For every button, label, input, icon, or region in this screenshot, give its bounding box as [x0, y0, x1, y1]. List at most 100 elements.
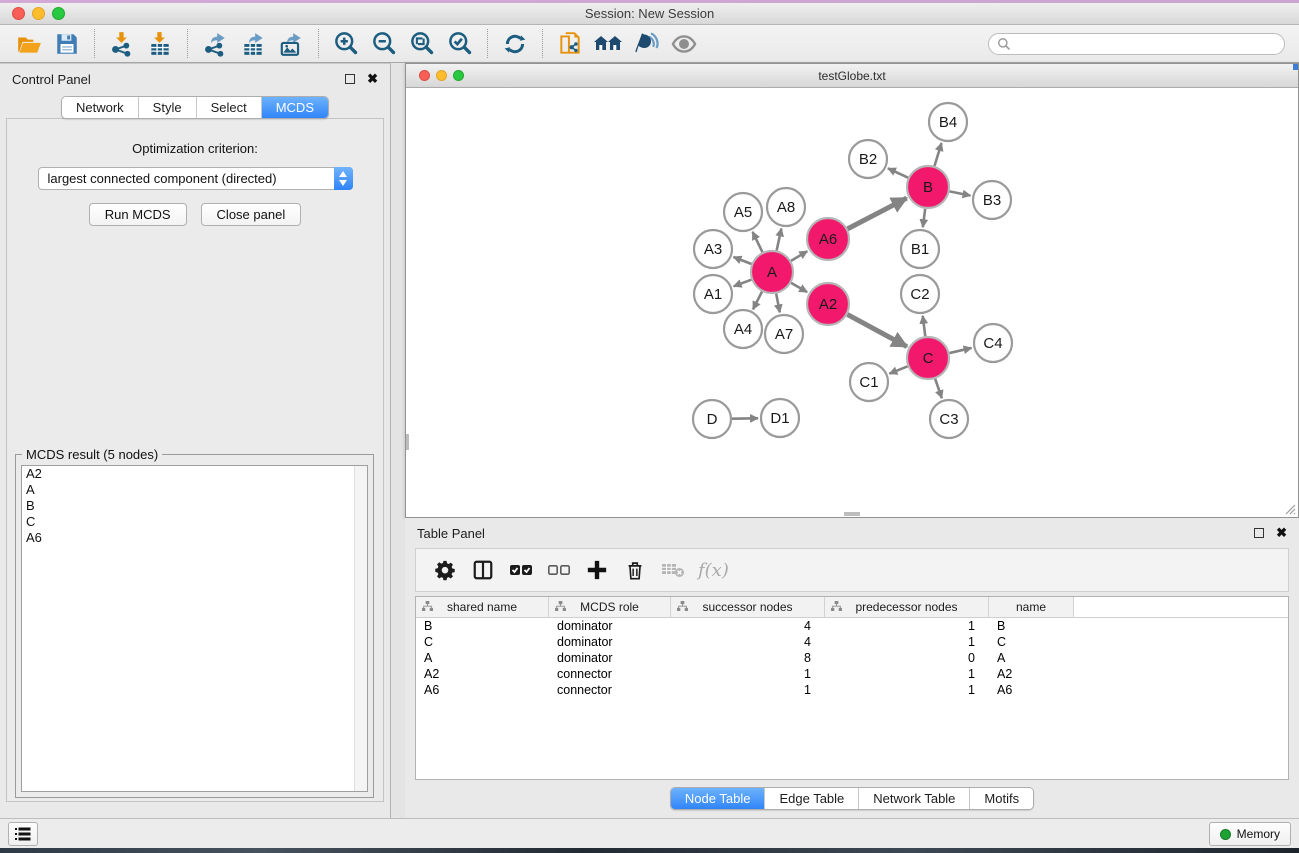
deselect-all-button[interactable] — [542, 553, 576, 587]
graph-node-A5[interactable]: A5 — [724, 193, 762, 231]
graph-edge-A-A2[interactable] — [791, 283, 807, 292]
graph-node-B3[interactable]: B3 — [973, 181, 1011, 219]
graph-edge-A-A5[interactable] — [753, 232, 763, 252]
table-row[interactable]: A2connector11A2 — [416, 666, 1288, 682]
column-header-successor-nodes[interactable]: successor nodes — [671, 597, 825, 617]
graph-edge-C-C1[interactable] — [889, 366, 907, 373]
search-input[interactable] — [1016, 37, 1276, 51]
graph-node-A[interactable]: A — [751, 251, 793, 293]
graph-node-B2[interactable]: B2 — [849, 140, 887, 178]
graph-node-B1[interactable]: B1 — [901, 230, 939, 268]
network-window-titlebar[interactable]: testGlobe.txt — [406, 64, 1298, 88]
zoom-selected-button[interactable] — [445, 29, 475, 59]
graph-node-C[interactable]: C — [907, 337, 949, 379]
graph-edge-C-C3[interactable] — [935, 379, 942, 398]
graph-edge-A-A1[interactable] — [734, 280, 752, 287]
close-panel-icon[interactable]: ✖ — [367, 74, 378, 84]
run-mcds-button[interactable]: Run MCDS — [89, 203, 187, 226]
add-column-button[interactable] — [580, 553, 614, 587]
export-network-button[interactable] — [200, 29, 230, 59]
table-settings-button[interactable] — [428, 553, 462, 587]
canvas-horizontal-scroll-thumb[interactable] — [844, 512, 860, 516]
graph-edge-B-B2[interactable] — [888, 168, 908, 177]
delete-column-button[interactable] — [618, 553, 652, 587]
new-network-button[interactable] — [555, 29, 585, 59]
select-all-button[interactable] — [504, 553, 538, 587]
export-image-button[interactable] — [276, 29, 306, 59]
column-layout-button[interactable] — [466, 553, 500, 587]
tab-network-table[interactable]: Network Table — [858, 788, 969, 809]
mcds-result-item[interactable]: A6 — [22, 530, 367, 546]
tab-style[interactable]: Style — [138, 97, 196, 118]
close-panel-button[interactable]: Close panel — [201, 203, 302, 226]
graph-node-A4[interactable]: A4 — [724, 310, 762, 348]
apply-layout-button[interactable] — [500, 29, 530, 59]
graph-edge-C-C2[interactable] — [923, 316, 926, 336]
graph-node-D1[interactable]: D1 — [761, 399, 799, 437]
zoom-out-button[interactable] — [369, 29, 399, 59]
graph-edge-A-A8[interactable] — [777, 229, 782, 251]
graph-node-A2[interactable]: A2 — [807, 283, 849, 325]
graph-node-C4[interactable]: C4 — [974, 324, 1012, 362]
show-hide-button[interactable] — [669, 29, 699, 59]
graph-edge-A-A7[interactable] — [776, 294, 780, 313]
tab-motifs[interactable]: Motifs — [969, 788, 1033, 809]
graph-node-A7[interactable]: A7 — [765, 315, 803, 353]
graph-edge-C-C4[interactable] — [949, 348, 971, 353]
graph-edge-B-B1[interactable] — [923, 209, 925, 227]
table-row[interactable]: Cdominator41C — [416, 634, 1288, 650]
table-row[interactable]: Bdominator41B — [416, 618, 1288, 634]
import-network-button[interactable] — [107, 29, 137, 59]
open-session-button[interactable] — [14, 29, 44, 59]
mcds-result-item[interactable]: A2 — [22, 466, 367, 482]
graph-edge-B-B4[interactable] — [934, 143, 941, 166]
graph-node-A8[interactable]: A8 — [767, 188, 805, 226]
tab-select[interactable]: Select — [196, 97, 261, 118]
list-scrollbar[interactable] — [354, 466, 367, 791]
mcds-result-item[interactable]: A — [22, 482, 367, 498]
graph-edge-A-A3[interactable] — [733, 257, 751, 264]
graph-node-D[interactable]: D — [693, 400, 731, 438]
graph-edge-A-A4[interactable] — [753, 292, 762, 310]
float-panel-icon[interactable] — [345, 74, 355, 84]
tab-node-table[interactable]: Node Table — [671, 788, 765, 809]
column-header-shared-name[interactable]: shared name — [416, 597, 549, 617]
table-row[interactable]: A6connector11A6 — [416, 682, 1288, 698]
search-field[interactable] — [988, 33, 1285, 55]
graph-edge-B-B3[interactable] — [950, 191, 971, 195]
graph-node-A3[interactable]: A3 — [694, 230, 732, 268]
tab-network[interactable]: Network — [62, 97, 138, 118]
tab-edge-table[interactable]: Edge Table — [764, 788, 858, 809]
zoom-in-button[interactable] — [331, 29, 361, 59]
graph-node-C2[interactable]: C2 — [901, 275, 939, 313]
graph-node-B4[interactable]: B4 — [929, 103, 967, 141]
canvas-vertical-scroll-thumb[interactable] — [406, 434, 409, 450]
save-session-button[interactable] — [52, 29, 82, 59]
cytoscape-home-button[interactable] — [593, 29, 623, 59]
graph-node-B[interactable]: B — [907, 166, 949, 208]
float-table-panel-icon[interactable] — [1254, 528, 1264, 538]
graph-node-A6[interactable]: A6 — [807, 218, 849, 260]
graph-node-C1[interactable]: C1 — [850, 363, 888, 401]
export-table-button[interactable] — [238, 29, 268, 59]
memory-button[interactable]: Memory — [1209, 822, 1291, 846]
network-canvas[interactable]: AA6A2BCA5A8A3A1A4A7B4B2B3B1C2C4C1C3DD1 — [406, 89, 1298, 517]
mcds-result-list[interactable]: A2ABCA6 — [21, 465, 368, 792]
column-header-name[interactable]: name — [989, 597, 1074, 617]
close-table-panel-icon[interactable]: ✖ — [1276, 528, 1287, 538]
column-header-predecessor-nodes[interactable]: predecessor nodes — [825, 597, 989, 617]
mcds-result-item[interactable]: B — [22, 498, 367, 514]
import-table-button[interactable] — [145, 29, 175, 59]
table-row[interactable]: Adominator80A — [416, 650, 1288, 666]
show-panels-button[interactable] — [8, 822, 38, 846]
optimization-criterion-select[interactable]: largest connected component (directed) — [38, 167, 353, 190]
graph-node-C3[interactable]: C3 — [930, 400, 968, 438]
mcds-result-item[interactable]: C — [22, 514, 367, 530]
graph-edge-A6-B[interactable] — [848, 198, 907, 229]
resize-grip-icon[interactable] — [1282, 501, 1296, 515]
column-header-mcds-role[interactable]: MCDS role — [549, 597, 671, 617]
hide-graphics-details-button[interactable] — [631, 29, 661, 59]
graph-edge-A-A6[interactable] — [791, 251, 807, 261]
zoom-fit-button[interactable] — [407, 29, 437, 59]
tab-mcds[interactable]: MCDS — [261, 97, 328, 118]
